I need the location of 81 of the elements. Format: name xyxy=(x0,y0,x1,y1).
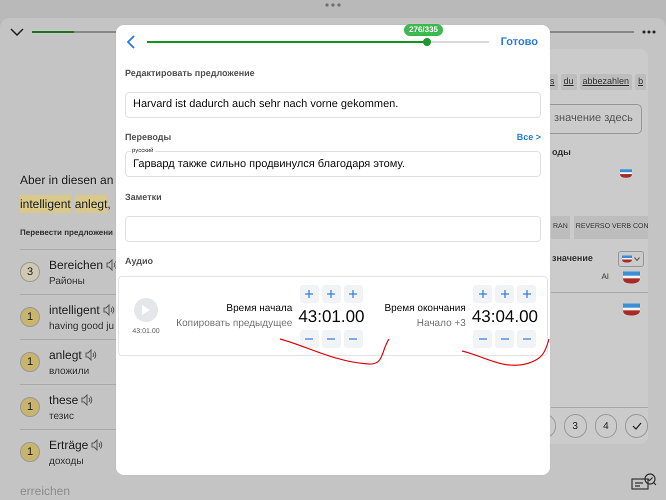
count-badge: 1 xyxy=(20,442,40,462)
flag-icon xyxy=(622,254,632,262)
done-button[interactable]: Готово xyxy=(500,34,541,50)
plus-icon xyxy=(522,290,531,298)
checkmark-icon xyxy=(632,422,642,430)
section-label: Перевести предложени xyxy=(20,227,114,239)
sentence-text: , xyxy=(107,196,111,213)
section-label: оды xyxy=(551,146,572,159)
plus-button[interactable] xyxy=(495,284,514,302)
language-select[interactable] xyxy=(618,250,644,266)
speaker-icon[interactable] xyxy=(84,348,97,360)
word-chip[interactable]: abbezahlen xyxy=(580,74,632,90)
review-icon[interactable] xyxy=(631,473,657,491)
flag-icon xyxy=(623,302,640,316)
translation-text: доходы xyxy=(49,454,85,468)
chevron-down-icon[interactable] xyxy=(10,28,24,36)
count-badge: 1 xyxy=(20,307,40,327)
progress-badge: 276/335 xyxy=(404,24,443,36)
minus-button[interactable] xyxy=(300,330,319,348)
plus-button[interactable] xyxy=(517,284,536,302)
time-hint[interactable]: Копировать предыдущее xyxy=(176,316,292,331)
count-badge: 1 xyxy=(20,352,40,372)
back-icon xyxy=(127,35,135,49)
flag-icon xyxy=(620,169,632,178)
translation-text: Районы xyxy=(49,274,86,288)
plus-button[interactable] xyxy=(344,284,363,302)
highlighted-word[interactable]: intelligent xyxy=(20,195,71,213)
notes-field[interactable] xyxy=(125,216,541,242)
word-text: Erträge xyxy=(49,436,88,454)
more-icon[interactable] xyxy=(642,30,656,34)
word-text: Bereichen xyxy=(49,256,104,274)
plus-button[interactable] xyxy=(322,284,341,302)
progress-thumb[interactable] xyxy=(423,38,432,46)
minus-button[interactable] xyxy=(473,330,492,348)
all-link[interactable]: Все > xyxy=(516,130,541,144)
minus-button[interactable] xyxy=(495,330,514,348)
minus-button[interactable] xyxy=(322,330,341,348)
plus-button[interactable] xyxy=(473,284,492,302)
word-chip[interactable]: du xyxy=(560,74,577,90)
rating-button[interactable]: 4 xyxy=(594,414,618,438)
word-text: erreichen xyxy=(20,483,72,500)
section-label: Переводы xyxy=(125,130,172,144)
word-text: these xyxy=(49,392,78,408)
speaker-icon[interactable] xyxy=(81,394,94,406)
plus-icon xyxy=(305,290,314,298)
time-label: Время окончания xyxy=(384,302,466,316)
translation-text: тезис xyxy=(49,410,75,424)
speaker-icon[interactable] xyxy=(91,438,104,450)
word-text: intelligent xyxy=(49,302,100,318)
flag-icon xyxy=(623,270,640,284)
plus-icon xyxy=(478,290,487,298)
back-button[interactable] xyxy=(127,35,135,49)
count-badge: 3 xyxy=(20,262,40,282)
plus-icon xyxy=(500,290,509,298)
plus-button[interactable] xyxy=(300,284,319,302)
plus-icon xyxy=(327,290,336,298)
field-label: значение xyxy=(551,252,593,265)
count-badge: 1 xyxy=(20,397,40,417)
translation-text: having good ju xyxy=(49,320,115,334)
highlighted-word[interactable]: anlegt xyxy=(74,195,108,213)
chevron-down-icon xyxy=(634,256,640,260)
word-chip[interactable]: b xyxy=(635,74,646,90)
time-hint[interactable]: Начало +3 xyxy=(416,316,466,331)
rating-button[interactable]: 3 xyxy=(564,414,586,438)
translation-text: вложили xyxy=(49,364,90,378)
sentence-text: Aber in diesen an xyxy=(20,172,114,189)
minus-button[interactable] xyxy=(344,330,363,348)
plus-icon xyxy=(349,290,358,298)
sentence-field[interactable]: Harvard ist dadurch auch sehr nach vorne gekommen. xyxy=(125,92,541,118)
ai-label: AI xyxy=(601,271,609,283)
confirm-button[interactable] xyxy=(625,414,648,438)
play-icon xyxy=(142,305,150,316)
time-value: 43:01.00 xyxy=(298,308,365,324)
time-label: Время начала xyxy=(226,302,292,316)
speaker-icon[interactable] xyxy=(102,304,115,316)
time-value: 43:04.00 xyxy=(472,308,538,324)
minus-button[interactable] xyxy=(517,330,536,348)
section-label: Аудио xyxy=(125,254,154,268)
section-label: Редактировать предложение xyxy=(125,67,256,80)
word-text: anlegt xyxy=(49,346,82,364)
section-label: Заметки xyxy=(125,191,163,204)
